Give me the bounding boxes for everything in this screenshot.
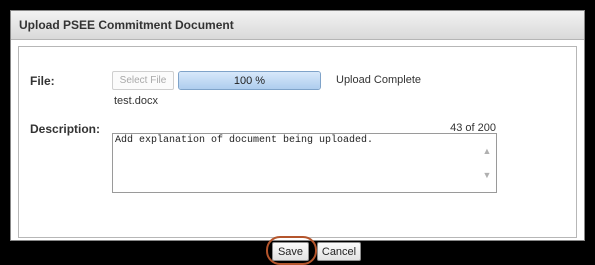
uploaded-filename: test.docx [114,95,159,107]
description-textarea[interactable]: Add explanation of document being upload… [113,134,481,192]
upload-form-panel: File: Select File 100 % Upload Complete … [18,46,577,265]
chevron-down-icon[interactable]: ▼ [481,170,493,180]
upload-progress-text: 100 % [233,74,266,87]
file-label: File: [30,74,55,88]
dialog-title: Upload PSEE Commitment Document [11,11,584,40]
description-field: Add explanation of document being upload… [112,133,497,193]
description-label: Description: [30,122,101,136]
upload-status: Upload Complete [336,74,421,86]
upload-progress-bar: 100 % [178,71,321,90]
select-file-button[interactable]: Select File [112,71,174,90]
upload-dialog: Upload PSEE Commitment Document File: Se… [10,10,585,265]
chevron-up-icon[interactable]: ▲ [481,146,493,156]
